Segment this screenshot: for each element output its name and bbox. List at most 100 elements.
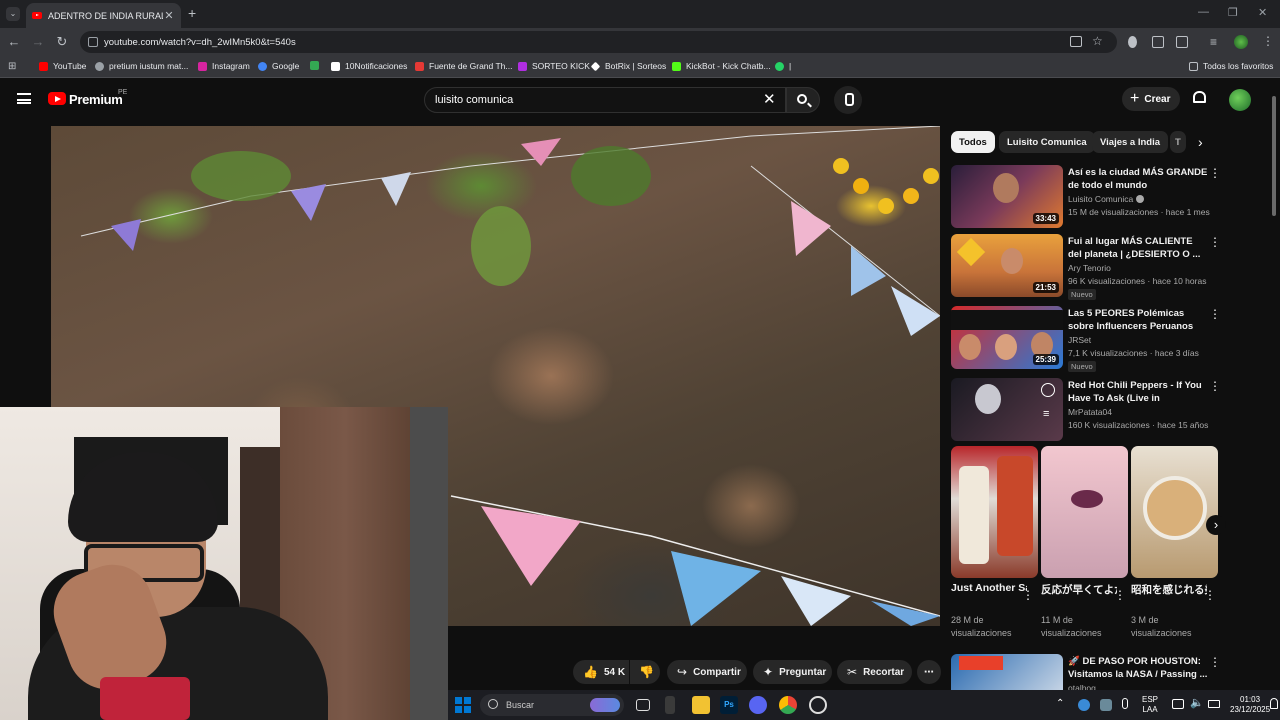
bookmark-google[interactable]: Google	[258, 61, 299, 71]
bookmark-gta-font[interactable]: Fuente de Grand Th...	[415, 61, 512, 71]
search-button[interactable]	[786, 87, 820, 113]
short-thumbnail[interactable]	[1131, 446, 1218, 578]
site-info-icon[interactable]	[88, 37, 98, 47]
bookmark-pretium[interactable]: pretium iustum mat...	[95, 61, 188, 71]
close-window-icon[interactable]: ✕	[1258, 6, 1267, 19]
extension-icon[interactable]	[1128, 36, 1137, 48]
watch-later-icon[interactable]	[1041, 383, 1055, 397]
forward-icon[interactable]: →	[30, 34, 46, 50]
chrome-icon[interactable]	[779, 696, 797, 714]
youtube-logo-icon[interactable]	[48, 92, 66, 105]
chip-india-travel[interactable]: Viajes a India	[1092, 131, 1169, 153]
voice-search-icon[interactable]	[834, 86, 862, 114]
clip-button[interactable]: ✂ Recortar	[837, 660, 912, 684]
profile-avatar[interactable]	[1234, 35, 1248, 49]
bookmark-x-notifications[interactable]: 10Notificaciones	[331, 61, 407, 71]
chip-luisito[interactable]: Luisito Comunica	[999, 131, 1095, 153]
battery-icon[interactable]	[1208, 700, 1220, 708]
video-thumbnail[interactable]: ≡	[951, 378, 1063, 441]
rec-item[interactable]: 21:53 Fui al lugar MÁS CALIENTE del plan…	[951, 234, 1221, 300]
tray-microphone-icon[interactable]	[1122, 698, 1128, 709]
video-title[interactable]: Así es la ciudad MÁS GRANDE de todo el m…	[1068, 166, 1208, 192]
dislike-button[interactable]: 👎	[630, 660, 660, 684]
restore-icon[interactable]: ❐	[1228, 6, 1238, 19]
bookmark-star-icon[interactable]: ☆	[1092, 34, 1103, 48]
more-vert-icon[interactable]: ⋮	[1209, 656, 1221, 668]
rec-item[interactable]: 🚀 DE PASO POR HOUSTON: Visitamos la NASA…	[951, 654, 1221, 690]
channel-name[interactable]: Ary Tenorio	[1068, 263, 1111, 273]
menu-hamburger-icon[interactable]	[17, 93, 31, 104]
photoshop-icon[interactable]: Ps	[720, 696, 738, 714]
apps-grid-icon[interactable]: ⊞	[8, 61, 16, 72]
back-icon[interactable]: ←	[6, 34, 22, 50]
more-vert-icon[interactable]: ⋮	[1209, 380, 1221, 392]
notifications-bell-icon[interactable]	[1193, 91, 1206, 103]
bookmark-unnamed[interactable]	[310, 61, 324, 70]
tab-search-button[interactable]: ⌄	[6, 7, 20, 21]
app-icon[interactable]	[665, 696, 675, 714]
more-vert-icon[interactable]: ⋮	[1204, 588, 1216, 602]
reload-icon[interactable]: ↻	[54, 34, 70, 50]
rec-item[interactable]: 33:43 Así es la ciudad MÁS GRANDE de tod…	[951, 165, 1221, 229]
bookmark-instagram[interactable]: Instagram	[198, 61, 250, 71]
close-tab-icon[interactable]: ✕	[163, 9, 175, 22]
bookmark-youtube[interactable]: YouTube	[39, 61, 86, 71]
more-vert-icon[interactable]: ⋮	[1114, 588, 1126, 602]
new-tab-button[interactable]: +	[188, 5, 196, 21]
video-thumbnail[interactable]	[951, 654, 1063, 690]
taskbar-search-input[interactable]: Buscar	[480, 694, 624, 716]
clock[interactable]: 01:03 23/12/2025	[1230, 695, 1270, 715]
bookmark-sorteo-kick[interactable]: SORTEO KICK	[518, 61, 590, 71]
channel-name[interactable]: MrPatata04	[1068, 407, 1112, 417]
add-to-queue-icon[interactable]: ≡	[1043, 408, 1049, 420]
short-thumbnail[interactable]	[1041, 446, 1128, 578]
video-title[interactable]: Fui al lugar MÁS CALIENTE del planeta | …	[1068, 235, 1208, 261]
bookmark-kickbot[interactable]: KickBot - Kick Chatb...	[672, 61, 771, 71]
create-button[interactable]: + Crear	[1122, 87, 1180, 111]
video-title[interactable]: Red Hot Chili Peppers - If You Have To A…	[1068, 379, 1208, 405]
all-bookmarks-folder[interactable]: Todos los favoritos	[1189, 61, 1273, 71]
address-bar[interactable]: youtube.com/watch?v=dh_2wIMn5k0&t=540s ☆	[80, 31, 1117, 53]
network-icon[interactable]	[1172, 699, 1184, 709]
more-actions-button[interactable]: ⋯	[917, 660, 941, 684]
chip-more[interactable]: T	[1170, 131, 1186, 153]
like-button[interactable]: 👍 54 K	[573, 660, 629, 684]
tray-app-icon[interactable]	[1100, 699, 1112, 711]
short-thumbnail[interactable]	[951, 446, 1038, 578]
video-thumbnail[interactable]: 21:53	[951, 234, 1063, 297]
reading-list-icon[interactable]: ≡	[1210, 35, 1217, 49]
video-thumbnail[interactable]: 25:39	[951, 306, 1063, 369]
short-title[interactable]: 昭和を感じれる美しい...	[1131, 582, 1207, 597]
extension-2-icon[interactable]	[1152, 36, 1164, 48]
more-vert-icon[interactable]: ⋮	[1209, 167, 1221, 179]
logo-text[interactable]: Premium	[69, 92, 123, 107]
more-vert-icon[interactable]: ⋮	[1209, 236, 1221, 248]
video-title[interactable]: 🚀 DE PASO POR HOUSTON: Visitamos la NASA…	[1068, 655, 1208, 681]
app-icon[interactable]	[809, 696, 827, 714]
minimize-icon[interactable]: —	[1198, 6, 1209, 18]
more-vert-icon[interactable]: ⋮	[1022, 588, 1034, 602]
video-thumbnail[interactable]: 33:43	[951, 165, 1063, 228]
ask-button[interactable]: ✦ Preguntar	[753, 660, 832, 684]
channel-name[interactable]: JRSet	[1068, 335, 1091, 345]
short-title[interactable]: Just Another Sandwich ...	[951, 582, 1027, 594]
file-explorer-icon[interactable]	[692, 696, 710, 714]
tray-app-icon[interactable]	[1078, 699, 1090, 711]
video-title[interactable]: Las 5 PEORES Polémicas sobre Influencers…	[1068, 307, 1208, 333]
channel-name[interactable]: otalhog	[1068, 683, 1096, 690]
bookmark-whatsapp[interactable]: |	[775, 61, 791, 71]
extensions-puzzle-icon[interactable]	[1176, 36, 1188, 48]
share-button[interactable]: ↪ Compartir	[667, 660, 747, 684]
bookmark-botrix[interactable]: BotRix | Sorteos	[590, 61, 666, 71]
channel-name[interactable]: Luisito Comunica	[1068, 194, 1144, 204]
tray-overflow-icon[interactable]: ⌃	[1056, 698, 1064, 709]
notification-bell-icon[interactable]	[1270, 698, 1278, 709]
clear-search-icon[interactable]: ✕	[763, 90, 776, 108]
shorts-next-icon[interactable]: ›	[1206, 515, 1226, 535]
rec-item[interactable]: ≡ Red Hot Chili Peppers - If You Have To…	[951, 378, 1221, 442]
chips-next-icon[interactable]: ›	[1198, 134, 1203, 150]
discord-icon[interactable]	[749, 696, 767, 714]
short-title[interactable]: 反応が早くてよかったで...	[1041, 582, 1117, 597]
rec-item[interactable]: 25:39 Las 5 PEORES Polémicas sobre Influ…	[951, 306, 1221, 372]
browser-tab-active[interactable]: ADENTRO DE INDIA RURAL: Fe ✕	[26, 3, 181, 28]
